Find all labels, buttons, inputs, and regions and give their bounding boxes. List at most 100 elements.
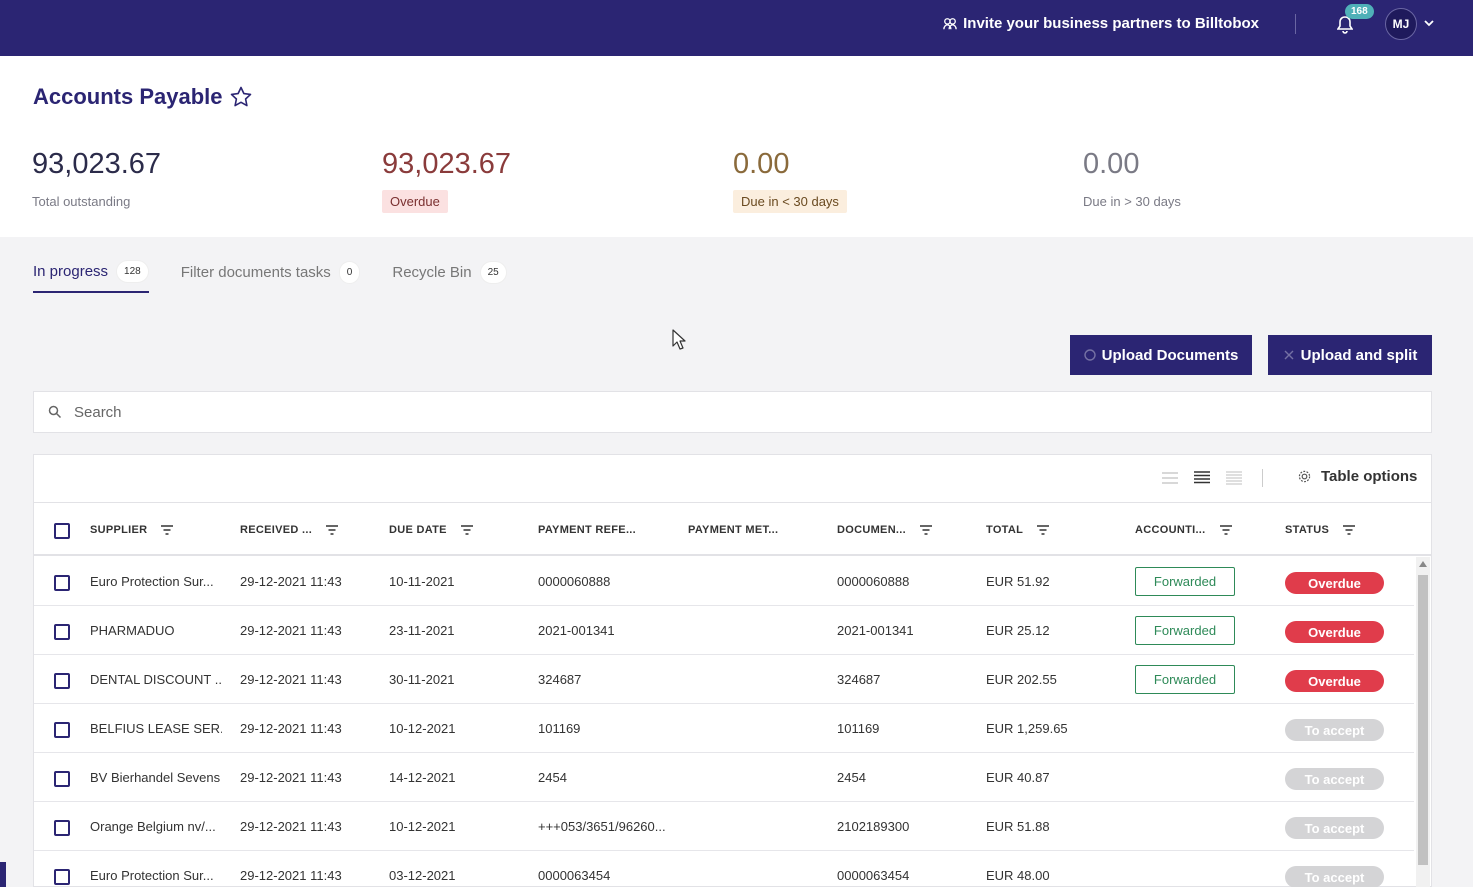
row-checkbox[interactable] [54,869,70,885]
star-icon[interactable] [229,85,253,109]
cell-payref: 324687 [538,672,582,687]
filter-icon[interactable] [1343,525,1356,535]
stat-total-outstanding: 93,023.67 Total outstanding [32,146,162,209]
cell-payref: +++053/3651/96260... [538,819,666,834]
table-row[interactable]: Euro Protection Sur... 29-12-2021 11:43 03… [34,851,1414,887]
cell-due: 14-12-2021 [389,770,456,785]
column-header-due-date: DUE DATE [389,524,473,536]
cell-supplier: DENTAL DISCOUNT ... [90,672,222,687]
cell-doc: 324687 [837,672,881,687]
row-checkbox[interactable] [54,624,70,640]
filter-icon[interactable] [920,525,932,535]
filter-icon[interactable] [1219,525,1232,535]
column-header-label: STATUS [1285,524,1330,536]
user-avatar[interactable]: MJ [1385,8,1417,40]
tabs: In progress 128 Filter documents tasks 0… [33,260,507,293]
topbar-divider [1295,14,1296,34]
cell-payref: 0000063454 [538,868,611,883]
cell-doc: 2102189300 [837,819,910,834]
upload-and-split-button[interactable]: Upload and split [1268,335,1432,375]
row-checkbox[interactable] [54,575,70,591]
search-input[interactable] [74,403,1374,421]
select-all-checkbox[interactable] [54,523,70,539]
status-badge: To accept [1285,817,1384,839]
status-badge: To accept [1285,866,1384,887]
filter-icon[interactable] [326,525,339,535]
users-icon [943,17,957,29]
filter-icon[interactable] [460,525,473,535]
tab-count-badge: 0 [338,261,361,284]
table-row[interactable]: BELFIUS LEASE SER... 29-12-2021 11:43 10-1… [34,704,1414,753]
tab-in-progress[interactable]: In progress 128 [33,260,149,293]
cell-total: EUR 51.88 [986,819,1050,834]
cell-total: EUR 40.87 [986,770,1050,785]
scroll-up-arrow[interactable] [1419,561,1427,567]
table-options-button[interactable]: Table options [1298,468,1417,485]
table-row[interactable]: Orange Belgium nv/... 29-12-2021 11:43 10-… [34,802,1414,851]
accounting-forwarded-badge[interactable]: Forwarded [1135,616,1235,645]
accounting-forwarded-badge[interactable]: Forwarded [1135,665,1235,694]
invite-text: Invite your business partners to Billtob… [963,15,1259,32]
cell-received: 29-12-2021 11:43 [240,672,342,687]
column-header-supplier: SUPPLIER [90,524,174,536]
page-title: Accounts Payable [33,84,253,110]
cell-payref: 101169 [538,721,581,736]
cell-supplier: Orange Belgium nv/... [90,819,216,834]
column-header-payment-reference: PAYMENT REFE... [538,524,636,536]
chevron-down-icon[interactable] [1423,17,1435,29]
filter-icon[interactable] [1037,525,1050,535]
row-checkbox[interactable] [54,771,70,787]
column-header-status: STATUS [1285,524,1356,536]
toolbar-divider [1262,469,1263,487]
stat-value: 93,023.67 [382,148,512,180]
density-compact-icon[interactable] [1162,471,1178,485]
cell-doc: 2454 [837,770,866,785]
page-title-text: Accounts Payable [33,84,223,109]
density-default-icon[interactable] [1194,471,1210,485]
stat-overdue: 93,023.67 Overdue [382,146,512,213]
accounting-forwarded-badge[interactable]: Forwarded [1135,567,1235,596]
column-header-payment-method: PAYMENT MET... [688,524,778,536]
table-body: Euro Protection Sur... 29-12-2021 11:43 10… [34,557,1414,887]
cell-due: 03-12-2021 [389,868,456,883]
invite-partners-link[interactable]: Invite your business partners to Billtob… [943,15,1259,32]
row-checkbox[interactable] [54,673,70,689]
cell-payref: 0000060888 [538,574,611,589]
column-header-label: RECEIVED ... [240,524,313,536]
tab-label: Recycle Bin [392,264,472,281]
upload-documents-button[interactable]: Upload Documents [1070,335,1252,375]
notification-count-badge: 168 [1345,4,1374,19]
tab-filter-documents-tasks[interactable]: Filter documents tasks 0 [181,260,361,293]
column-header-label: ACCOUNTI... [1135,524,1206,536]
density-comfortable-icon[interactable] [1226,471,1242,485]
tab-recycle-bin[interactable]: Recycle Bin 25 [392,260,507,293]
scrollbar-thumb[interactable] [1418,575,1428,865]
table-row[interactable]: PHARMADUO 29-12-2021 11:43 23-11-2021 2021-… [34,606,1414,655]
search-icon [48,405,62,419]
table-scrollbar[interactable] [1416,557,1430,887]
sidebar-edge-marker [0,862,6,887]
column-header-received: RECEIVED ... [240,524,339,536]
column-header-label: DUE DATE [389,524,447,536]
status-badge: Overdue [1285,572,1384,594]
table-row[interactable]: BV Bierhandel Sevens 29-12-2021 11:43 14-1… [34,753,1414,802]
column-header-label: PAYMENT MET... [688,524,779,536]
table-row[interactable]: Euro Protection Sur... 29-12-2021 11:43 10… [34,557,1414,606]
row-checkbox[interactable] [54,722,70,738]
cell-received: 29-12-2021 11:43 [240,721,342,736]
column-header-document: DOCUMEN... [837,524,932,536]
status-badge: Overdue [1285,621,1384,643]
stat-value: 93,023.67 [32,148,162,180]
upload-icon [1083,349,1096,361]
cell-doc: 0000063454 [837,868,910,883]
filter-icon[interactable] [161,525,174,535]
stat-due-over-30: 0.00 Due in > 30 days [1083,146,1181,209]
row-checkbox[interactable] [54,820,70,836]
cell-received: 29-12-2021 11:43 [240,623,342,638]
stat-value: 0.00 [733,148,790,180]
upload-and-split-label: Upload and split [1300,346,1418,364]
table-toolbar: Table options [34,455,1431,503]
cell-received: 29-12-2021 11:43 [240,868,342,883]
table-row[interactable]: DENTAL DISCOUNT ... 29-12-2021 11:43 30-11… [34,655,1414,704]
cell-due: 10-12-2021 [389,819,456,834]
